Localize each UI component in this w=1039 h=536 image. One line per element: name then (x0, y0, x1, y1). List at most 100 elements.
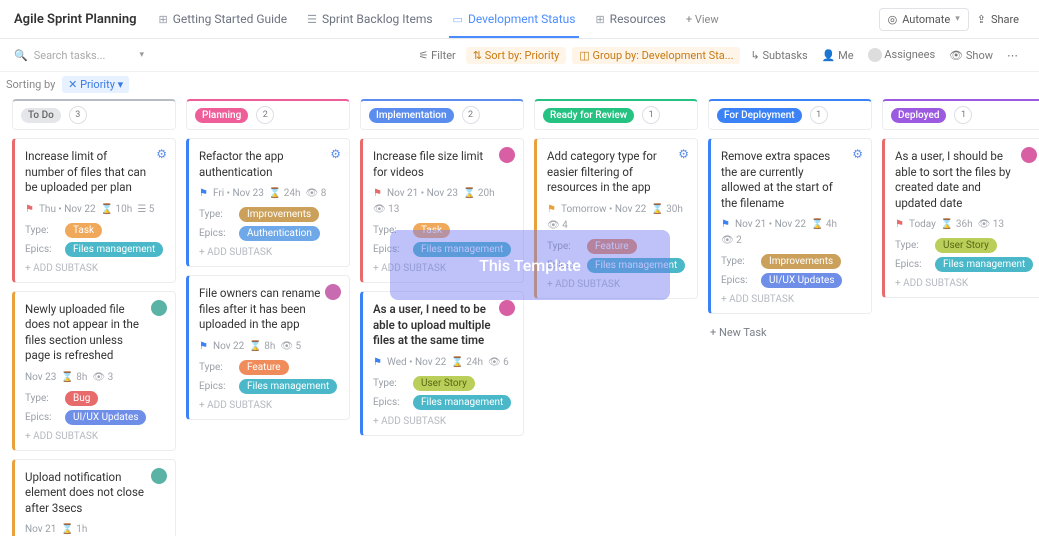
add-subtask-button[interactable]: + ADD SUBTASK (199, 400, 339, 411)
column-todo: To Do3 ⚙Increase limit of number of files… (12, 99, 176, 536)
type-tag: Feature (587, 239, 637, 254)
column-deploy: For Deployment1 ⚙Remove extra spaces the … (708, 99, 872, 536)
me-button[interactable]: 👤 Me (815, 49, 861, 62)
person-icon (868, 48, 882, 62)
flag-icon: ⚑ (721, 219, 730, 230)
avatar[interactable] (499, 300, 515, 316)
task-card[interactable]: ⚙Add category type for easier filtering … (534, 138, 698, 299)
hours-icon: ⌛ 10h (101, 204, 133, 215)
settings-icon[interactable]: ⚙ (156, 147, 167, 161)
column-count: 2 (256, 106, 274, 124)
chevron-down-icon: ▾ (139, 50, 144, 60)
task-card[interactable]: Newly uploaded file does not appear in t… (12, 291, 176, 451)
settings-icon[interactable]: ⚙ (330, 147, 341, 161)
automate-button[interactable]: ◎Automate▾ (879, 8, 969, 31)
chevron-down-icon: ▾ (955, 14, 960, 24)
tab-getting-started[interactable]: ⊞Getting Started Guide (150, 0, 295, 38)
epic-tag: Files management (65, 242, 163, 257)
tab-development-status[interactable]: ▭Development Status (445, 0, 584, 38)
sort-button[interactable]: ⇅ Sort by: Priority (466, 47, 567, 64)
column-header[interactable]: Implementation 2 (360, 99, 524, 130)
sorting-chip[interactable]: ✕ Priority ▾ (62, 76, 129, 93)
avatar[interactable] (325, 284, 341, 300)
type-tag: User Story (935, 238, 997, 253)
hours-icon: ⌛ 8h (61, 372, 87, 383)
task-card[interactable]: Upload notification element does not clo… (12, 459, 176, 536)
avatar[interactable] (151, 300, 167, 316)
add-subtask-button[interactable]: + ADD SUBTASK (547, 279, 687, 290)
column-header[interactable]: To Do3 (12, 99, 176, 130)
settings-icon[interactable]: ⚙ (852, 147, 863, 161)
column-header[interactable]: Deployed1 (882, 99, 1039, 130)
filter-icon: ⚟ (419, 49, 429, 62)
type-tag: Task (413, 223, 450, 238)
column-count: 2 (462, 106, 480, 124)
views-icon: 👁 6 (488, 357, 509, 368)
card-meta: ⚑Tomorrow • Nov 22⌛ 30h👁 4 (547, 204, 687, 231)
epic-tag: UI/UX Updates (761, 273, 842, 288)
search-icon: 🔍 (14, 49, 28, 62)
type-tag: Improvements (239, 207, 319, 222)
add-subtask-button[interactable]: + ADD SUBTASK (373, 263, 513, 274)
kanban-board: To Do3⚙Increase limit of number of files… (0, 93, 1039, 536)
more-button[interactable]: ⋯ (1000, 49, 1027, 62)
views-icon: 👁 5 (280, 341, 301, 352)
tab-sprint-backlog[interactable]: ☰Sprint Backlog Items (299, 0, 440, 38)
tab-resources[interactable]: ⊞Resources (587, 0, 673, 38)
card-title: Increase file size limit for videos (373, 149, 513, 180)
settings-icon[interactable]: ⚙ (678, 147, 689, 161)
task-card[interactable]: Increase file size limit for videos⚑Nov … (360, 138, 524, 283)
card-title: Add category type for easier filtering o… (547, 149, 687, 196)
flag-icon: ⚑ (199, 341, 208, 352)
avatar[interactable] (1021, 147, 1037, 163)
add-subtask-button[interactable]: + ADD SUBTASK (25, 263, 165, 274)
assignees-button[interactable]: Assignees (861, 48, 943, 62)
avatar[interactable] (151, 468, 167, 484)
column-name: Implementation (369, 108, 454, 123)
tabs: ⊞Getting Started Guide ☰Sprint Backlog I… (150, 0, 726, 38)
column-deployed: Deployed1 As a user, I should be able to … (882, 99, 1039, 536)
group-button[interactable]: ◫ Group by: Development Sta... (572, 47, 740, 64)
type-tag: Bug (65, 391, 98, 406)
views-icon: 👁 13 (373, 204, 399, 215)
add-subtask-button[interactable]: + ADD SUBTASK (721, 294, 861, 305)
new-task-button[interactable]: + New Task (708, 322, 872, 343)
add-view-button[interactable]: + View (678, 13, 727, 26)
task-card[interactable]: As a user, I need to be able to upload m… (360, 291, 524, 436)
card-title: Increase limit of number of files that c… (25, 149, 165, 196)
views-icon: 👁 3 (92, 372, 113, 383)
add-subtask-button[interactable]: + ADD SUBTASK (25, 431, 165, 442)
subtasks-button[interactable]: ↳ Subtasks (743, 49, 814, 62)
task-card[interactable]: ⚙Refactor the app authentication⚑Fri • N… (186, 138, 350, 267)
add-subtask-button[interactable]: + ADD SUBTASK (373, 416, 513, 427)
doc-icon: ⊞ (158, 13, 167, 26)
hours-icon: ⌛ 1h (61, 524, 87, 535)
avatar[interactable] (499, 147, 515, 163)
hours-icon: ⌛ 4h (811, 219, 837, 230)
column-header[interactable]: For Deployment1 (708, 99, 872, 130)
hours-icon: ⌛ 30h (651, 204, 683, 215)
column-name: To Do (21, 108, 61, 123)
flag-icon: ⚑ (373, 188, 382, 199)
card-title: Remove extra spaces the are currently al… (721, 149, 861, 211)
views-icon: 👁 4 (547, 220, 568, 231)
card-title: File owners can rename files after it ha… (199, 286, 339, 333)
show-button[interactable]: 👁 Show (942, 49, 1000, 62)
share-button[interactable]: ⇪Share (969, 9, 1027, 30)
column-header[interactable]: Ready for Review1 (534, 99, 698, 130)
task-card[interactable]: ⚙Increase limit of number of files that … (12, 138, 176, 283)
column-header[interactable]: Planning2 (186, 99, 350, 130)
column-review: Ready for Review1 ⚙Add category type for … (534, 99, 698, 536)
hours-icon: ⌛ 24h (451, 357, 483, 368)
task-card[interactable]: ⚙Remove extra spaces the are currently a… (708, 138, 872, 314)
search-input[interactable]: 🔍Search tasks...▾ (14, 49, 144, 62)
hours-icon: ⌛ 36h (941, 219, 973, 230)
task-card[interactable]: As a user, I should be able to sort the … (882, 138, 1039, 298)
card-title: As a user, I need to be able to upload m… (373, 302, 513, 349)
list-icon: ☰ (307, 13, 317, 26)
hours-icon: ⌛ 24h (269, 188, 301, 199)
add-subtask-button[interactable]: + ADD SUBTASK (895, 278, 1035, 289)
add-subtask-button[interactable]: + ADD SUBTASK (199, 247, 339, 258)
task-card[interactable]: File owners can rename files after it ha… (186, 275, 350, 420)
filter-button[interactable]: ⚟ Filter (412, 49, 463, 62)
